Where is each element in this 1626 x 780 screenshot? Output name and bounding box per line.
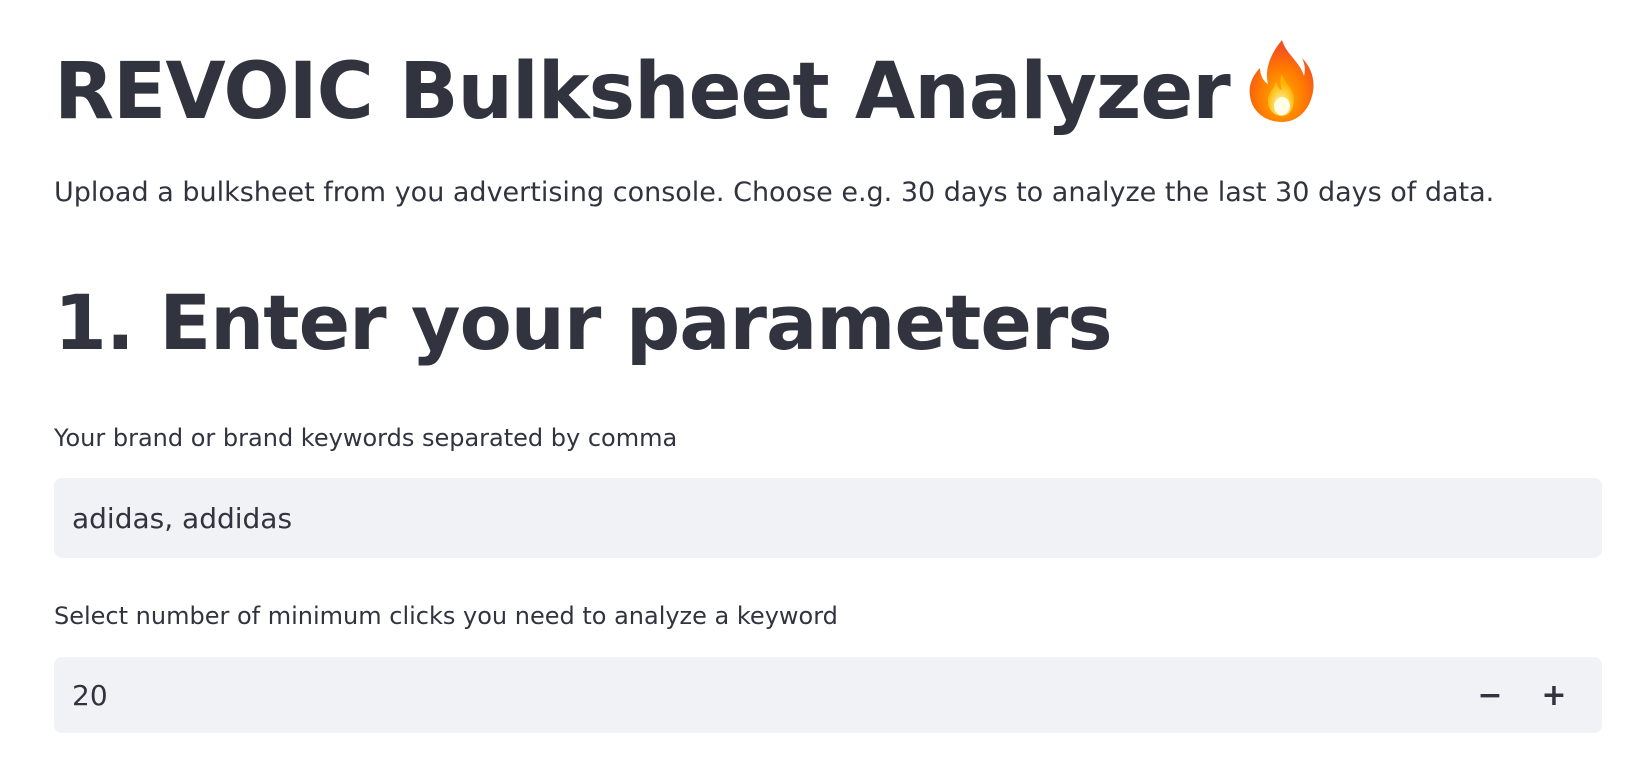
page-title: REVOIC Bulksheet Analyzer — [54, 38, 1316, 142]
brand-keywords-field — [54, 478, 1602, 558]
min-clicks-label: Select number of minimum clicks you need… — [54, 602, 838, 630]
page-description: Upload a bulksheet from you advertising … — [54, 177, 1495, 208]
fire-icon — [1248, 38, 1316, 124]
min-clicks-stepper: − + — [54, 657, 1602, 733]
brand-keywords-label: Your brand or brand keywords separated b… — [54, 424, 678, 452]
min-clicks-input[interactable] — [54, 657, 1454, 733]
increment-button[interactable]: + — [1522, 657, 1586, 733]
page-title-text: REVOIC Bulksheet Analyzer — [54, 47, 1231, 137]
brand-keywords-input[interactable] — [54, 478, 1602, 558]
section-title-parameters: 1. Enter your parameters — [54, 278, 1113, 367]
decrement-button[interactable]: − — [1458, 657, 1522, 733]
